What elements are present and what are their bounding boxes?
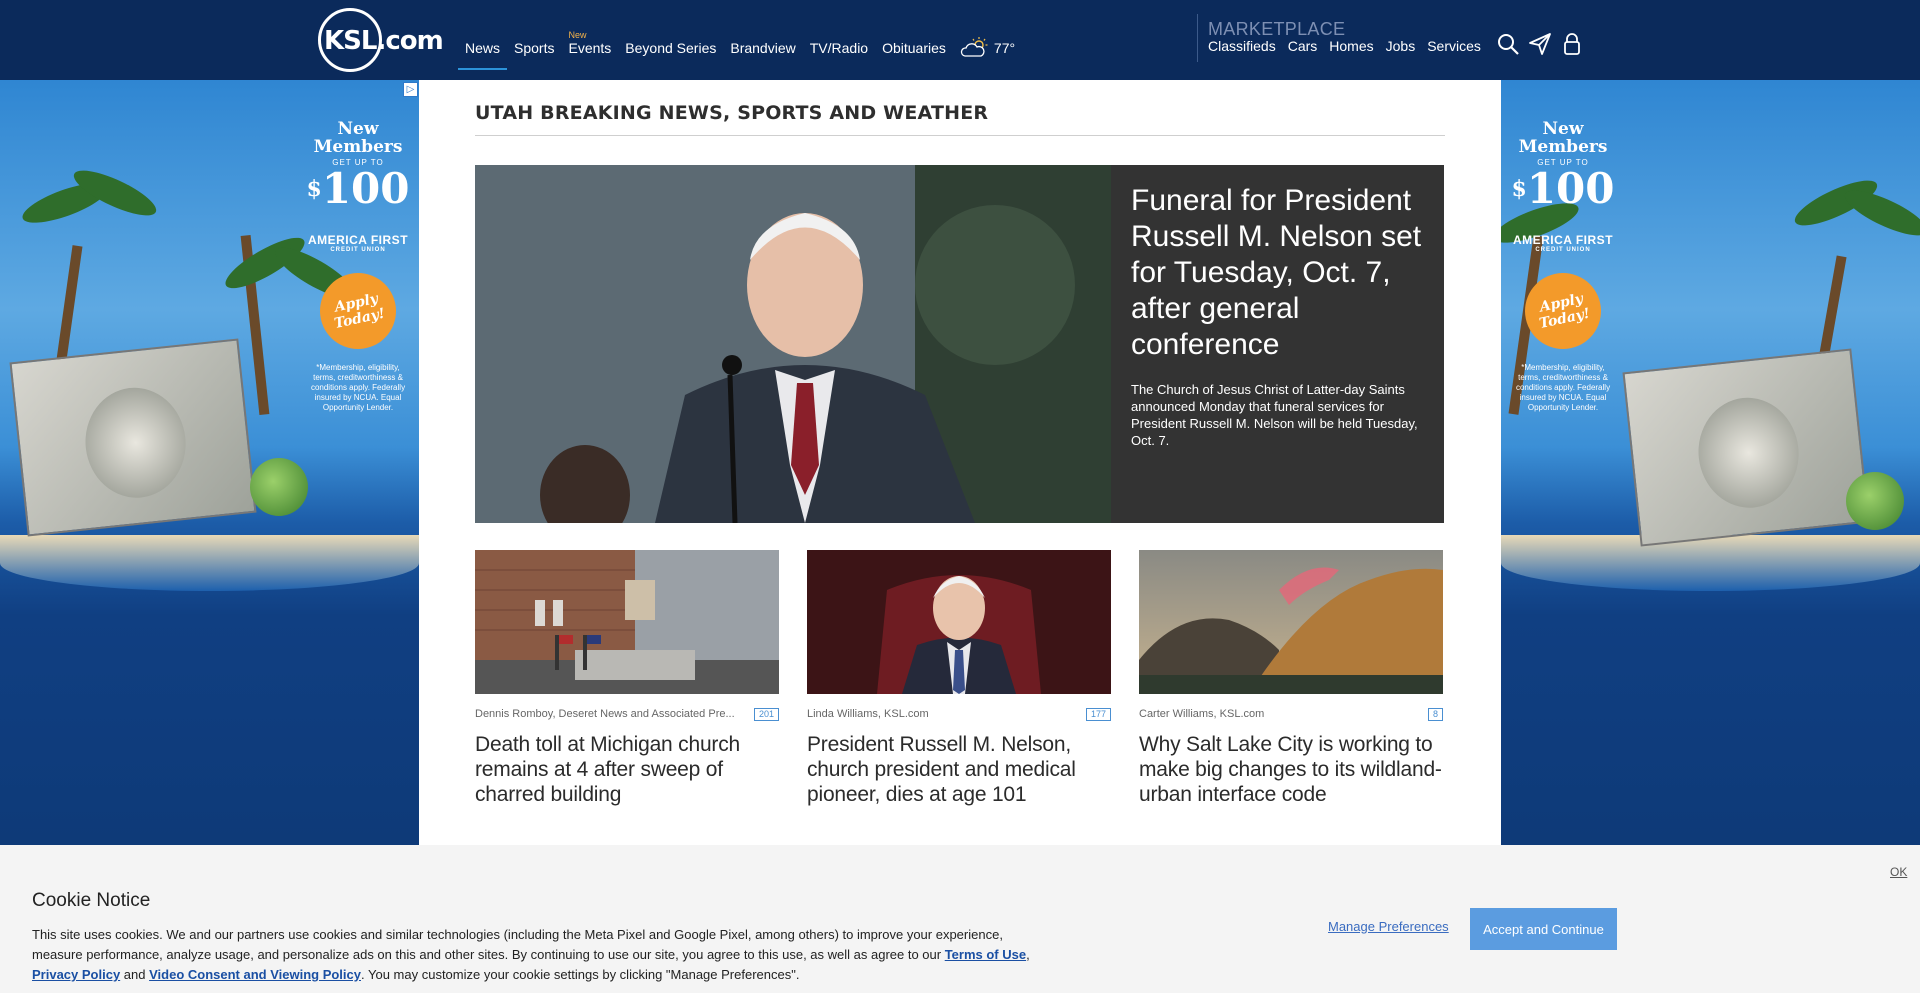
cookie-ok-link[interactable]: OK (1890, 865, 1907, 879)
main-content: UTAH BREAKING NEWS, SPORTS AND WEATHER F… (419, 80, 1501, 845)
hundred-dollar-bill (9, 338, 257, 537)
story-card[interactable]: Dennis Romboy, Deseret News and Associat… (475, 550, 779, 807)
marketplace-links: Classifieds Cars Homes Jobs Services (1202, 38, 1487, 54)
new-badge: New (568, 30, 587, 40)
privacy-policy-link[interactable]: Privacy Policy (32, 967, 120, 982)
story-cards: Dennis Romboy, Deseret News and Associat… (475, 550, 1444, 807)
hero-description: The Church of Jesus Christ of Latter-day… (1131, 382, 1418, 448)
search-icon[interactable] (1496, 32, 1520, 56)
nav-brandview[interactable]: Brandview (723, 0, 802, 80)
franklin-portrait (80, 382, 192, 503)
apply-today-badge[interactable]: Apply Today! (312, 265, 404, 357)
portrait-photo (807, 550, 1111, 694)
user-icon[interactable] (1560, 32, 1584, 56)
hero-headline[interactable]: Funeral for President Russell M. Nelson … (1131, 183, 1424, 363)
story-image[interactable] (1139, 550, 1443, 694)
story-card[interactable]: Linda Williams, KSL.com 177 President Ru… (807, 550, 1111, 807)
coconut-drink (250, 458, 308, 516)
comment-count-icon[interactable]: 177 (1085, 707, 1111, 721)
main-nav: News Sports New Events Beyond Series Bra… (458, 0, 1022, 80)
franklin-portrait (1693, 392, 1805, 513)
weather-temp: 77° (993, 40, 1016, 56)
hundred-dollar-bill (1622, 348, 1870, 547)
accept-continue-button[interactable]: Accept and Continue (1470, 908, 1617, 950)
adchoices-icon[interactable]: ▷ (403, 82, 418, 97)
story-meta: Carter Williams, KSL.com 8 (1139, 706, 1443, 722)
video-consent-link[interactable]: Video Consent and Viewing Policy (149, 967, 361, 982)
manage-preferences-link[interactable]: Manage Preferences (1328, 919, 1449, 934)
story-meta: Dennis Romboy, Deseret News and Associat… (475, 706, 779, 722)
story-card[interactable]: Carter Williams, KSL.com 8 Why Salt Lake… (1139, 550, 1443, 807)
terms-of-use-link[interactable]: Terms of Use (945, 947, 1026, 962)
wildfire-photo (1139, 550, 1443, 694)
marketplace-label: MARKETPLACE (1208, 19, 1346, 39)
story-image[interactable] (475, 550, 779, 694)
section-title: UTAH BREAKING NEWS, SPORTS AND WEATHER (475, 102, 989, 124)
nav-obituaries[interactable]: Obituaries (875, 0, 953, 80)
logo-text: KSL.com (324, 26, 444, 56)
header-divider (1197, 14, 1198, 62)
send-icon[interactable] (1528, 32, 1552, 56)
story-author: Dennis Romboy, Deseret News and Associat… (475, 708, 735, 720)
story-meta: Linda Williams, KSL.com 177 (807, 706, 1111, 722)
site-header: KSL.com News Sports New Events Beyond Se… (0, 0, 1920, 80)
ad-copy: New Members GET UP TO $100 AMERICA FIRST C… (306, 119, 410, 412)
cookie-banner: Cookie Notice This site uses cookies. We… (0, 845, 1920, 993)
beach-sand (0, 535, 419, 591)
partly-cloudy-icon (960, 37, 988, 57)
story-headline[interactable]: Death toll at Michigan church remains at… (475, 732, 779, 807)
church-photo (475, 550, 779, 694)
story-headline[interactable]: Why Salt Lake City is working to make bi… (1139, 732, 1443, 807)
ad-copy: New Members GET UP TO $100 AMERICA FIRST C… (1511, 119, 1615, 412)
cookie-title: Cookie Notice (32, 890, 151, 911)
story-headline[interactable]: President Russell M. Nelson, church pres… (807, 732, 1111, 807)
beach-sand (1501, 535, 1920, 591)
nav-tv-radio[interactable]: TV/Radio (803, 0, 875, 80)
story-author: Linda Williams, KSL.com (807, 708, 929, 720)
nav-events[interactable]: New Events (561, 0, 618, 80)
hero-story[interactable]: Funeral for President Russell M. Nelson … (475, 165, 1444, 523)
weather-widget[interactable]: 77° (953, 0, 1022, 80)
mk-services[interactable]: Services (1421, 38, 1487, 54)
nav-news[interactable]: News (458, 0, 508, 80)
cookie-text: This site uses cookies. We and our partn… (32, 927, 1030, 982)
nav-beyond-series[interactable]: Beyond Series (618, 0, 723, 80)
ksl-logo[interactable]: KSL.com (318, 6, 444, 72)
palm-frond (1839, 182, 1920, 244)
coconut-drink (1846, 472, 1904, 530)
nav-sports[interactable]: Sports (507, 0, 561, 80)
mk-cars[interactable]: Cars (1282, 38, 1324, 54)
comment-count-icon[interactable]: 201 (753, 707, 779, 721)
section-divider (475, 135, 1445, 136)
hero-caption[interactable]: Funeral for President Russell M. Nelson … (1111, 165, 1444, 523)
story-image[interactable] (807, 550, 1111, 694)
mk-homes[interactable]: Homes (1323, 38, 1379, 54)
right-side-ad[interactable]: New Members GET UP TO $100 AMERICA FIRST C… (1501, 80, 1920, 845)
mk-jobs[interactable]: Jobs (1380, 38, 1422, 54)
left-side-ad[interactable]: New Members GET UP TO $100 AMERICA FIRST C… (0, 80, 419, 845)
hero-photo (475, 165, 1111, 523)
story-author: Carter Williams, KSL.com (1139, 708, 1265, 720)
mk-classifieds[interactable]: Classifieds (1202, 38, 1282, 54)
comment-count-icon[interactable]: 8 (1427, 707, 1443, 721)
apply-today-badge[interactable]: Apply Today! (1517, 265, 1609, 357)
hero-image[interactable] (475, 165, 1111, 523)
